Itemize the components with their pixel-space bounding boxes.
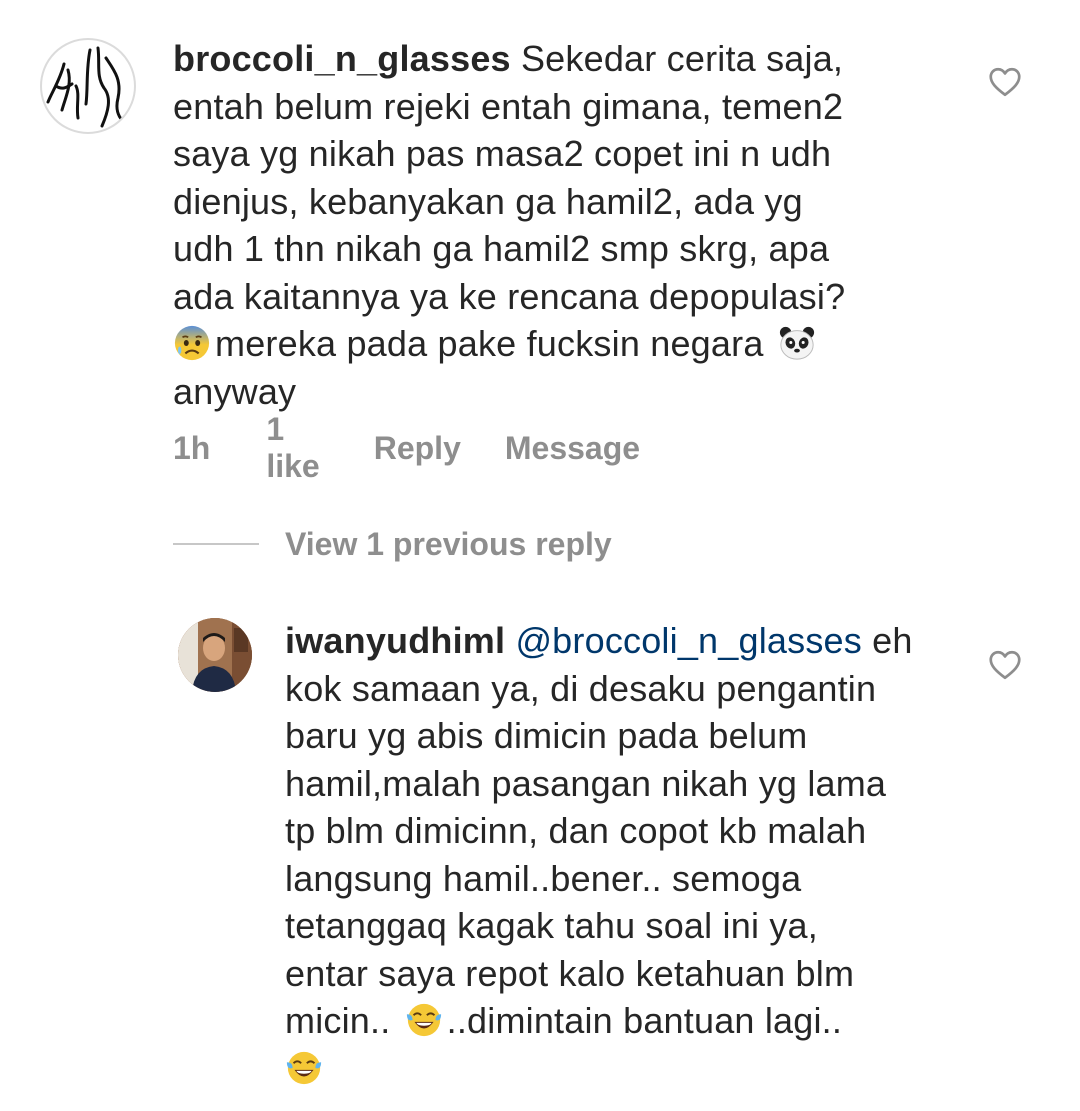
face-with-tears-of-joy-icon (406, 1003, 441, 1037)
comment-body: broccoli_n_glasses Sekedar cerita saja, … (173, 35, 963, 415)
reply-line: tp blm dimicinn, dan copot kb malah (285, 810, 867, 851)
person-photo-icon (178, 618, 252, 692)
face-with-tears-of-joy-icon (286, 1051, 322, 1084)
reply-line: hamil,malah pasangan nikah yg lama (285, 762, 887, 804)
avatar[interactable] (178, 618, 252, 692)
comment-line: udh 1 thn nikah ga hamil2 smp skrg, apa (173, 228, 830, 269)
comment-line: mereka pada pake fucksin negara (173, 320, 963, 368)
reply-line: tetanggaq kagak tahu soal ini ya, (285, 905, 818, 946)
comment-line: entah belum rejeki entah gimana, temen2 (173, 85, 844, 127)
anxious-face-with-sweat-icon (174, 325, 210, 361)
mention-link[interactable]: @broccoli_n_glasses (515, 620, 862, 661)
view-replies-label: View 1 previous reply (285, 525, 612, 562)
reply-line: micin.. ..dimintain bantuan lagi.. (285, 997, 975, 1045)
reply-body: iwanyudhiml @broccoli_n_glasses eh kok s… (285, 617, 975, 1092)
comment-line: ada kaitannya ya ke rencana depopulasi? (173, 275, 846, 317)
reply-line (285, 1045, 975, 1093)
reply-line: entar saya repot kalo ketahuan blm (285, 952, 855, 994)
comment-meta: 1h 1 like Reply Message (173, 411, 640, 484)
comment-line: saya yg nikah pas masa2 copet ini n udh (173, 133, 832, 174)
reply-text: eh (872, 620, 913, 661)
message-button[interactable]: Message (505, 430, 640, 467)
reply-text: micin.. (285, 1000, 391, 1041)
like-heart-icon[interactable] (987, 647, 1023, 683)
comment-line: anyway (173, 370, 297, 412)
comment-text: Sekedar cerita saja, (520, 38, 844, 79)
comment-line: broccoli_n_glasses Sekedar cerita saja, (173, 35, 963, 83)
reply-line: baru yg abis dimicin pada belum (285, 715, 808, 756)
reply-button[interactable]: Reply (374, 430, 461, 467)
comment-likes-link[interactable]: 1 like (266, 411, 319, 485)
reply-line: iwanyudhiml @broccoli_n_glasses eh (285, 617, 975, 665)
divider (173, 543, 259, 545)
comment-time: 1h (173, 429, 211, 466)
avatar[interactable] (40, 38, 136, 134)
reply-line: langsung hamil..bener.. semoga (285, 857, 802, 899)
sketch-avatar-icon (46, 46, 132, 128)
comment-username[interactable]: broccoli_n_glasses (173, 38, 511, 79)
comment-line: dienjus, kebanyakan ga hamil2, ada yg (173, 180, 803, 222)
reply-username[interactable]: iwanyudhiml (285, 620, 505, 661)
view-previous-replies-button[interactable]: View 1 previous reply (173, 522, 612, 566)
reply-text: ..dimintain bantuan lagi.. (446, 1000, 843, 1041)
like-heart-icon[interactable] (987, 64, 1023, 100)
reply-line: kok samaan ya, di desaku pengantin (285, 667, 877, 709)
panda-face-icon (779, 326, 814, 360)
comment-text: mereka pada pake fucksin negara (215, 323, 764, 364)
